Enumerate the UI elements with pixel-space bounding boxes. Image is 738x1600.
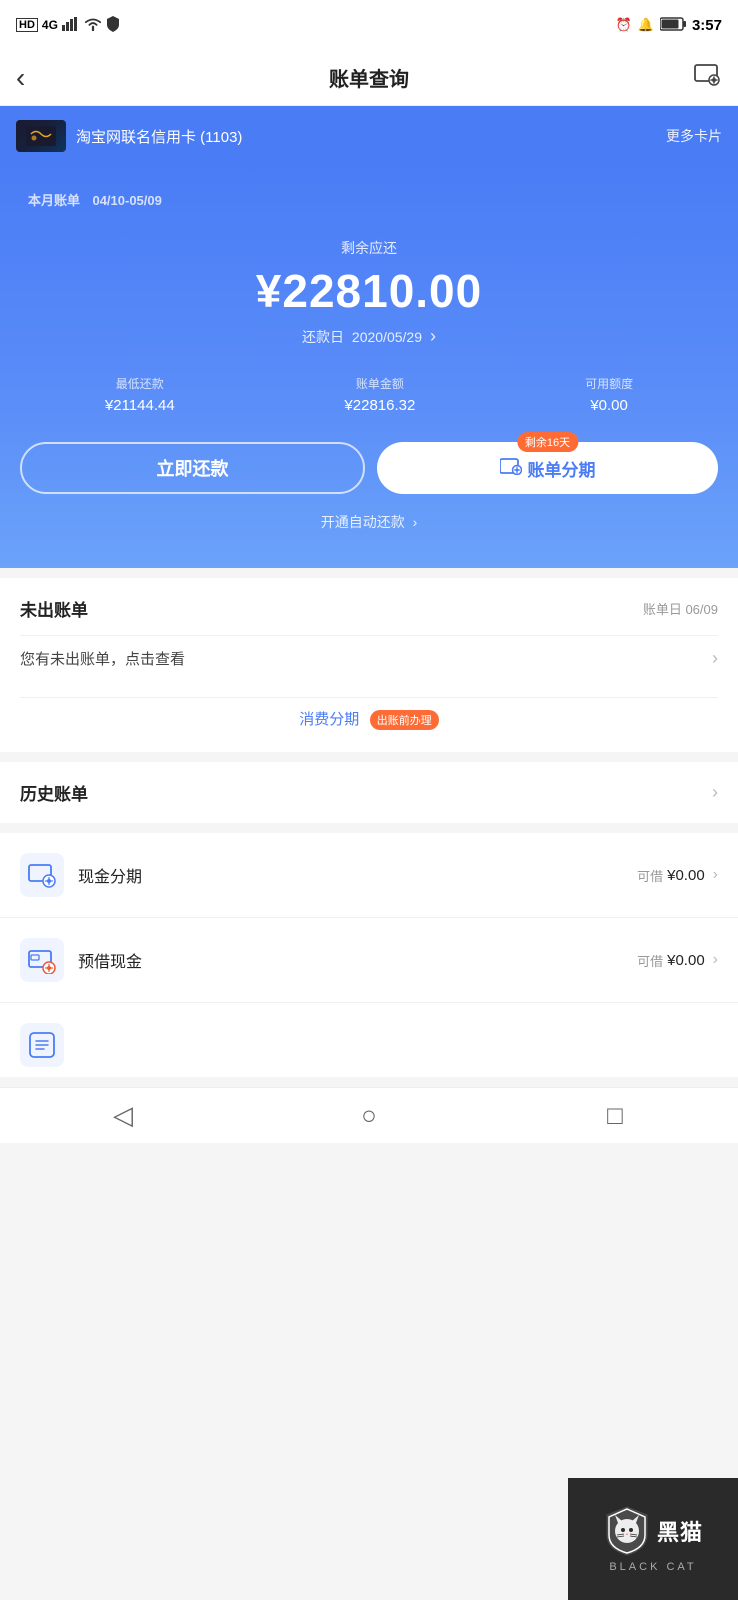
installment-promo-badge: 出账前办理 [370,710,439,730]
signal-bars-icon [62,17,80,34]
stat-credit-value: ¥0.00 [585,397,633,414]
due-date: 还款日 2020/05/29 [302,327,422,347]
cash-installment-icon [20,853,64,897]
nav-recent-button[interactable]: □ [585,1100,645,1131]
service-name-cash-installment: 现金分期 [78,863,142,887]
unpublished-bill-date: 账单日 06/09 [643,599,718,618]
cash-installment-avail-label: 可借 [637,866,663,885]
main-bill-section: 本月账单 04/10-05/09 剩余应还 ¥22810.00 还款日 2020… [0,166,738,568]
service-item-cash-installment[interactable]: 现金分期 可借 ¥0.00 › [0,833,738,918]
black-cat-logo: 黑猫 [603,1505,703,1557]
stat-minimum-label: 最低还款 [105,375,175,392]
service-right-advance: 可借 ¥0.00 › [637,951,718,970]
stat-credit-label: 可用额度 [585,375,633,392]
installment-button-wrap: 剩余16天 账单分期 [377,442,718,494]
top-nav: ‹ 账单查询 [0,50,738,106]
history-chevron-icon: › [712,782,718,803]
installment-promo-link[interactable]: 消费分期 [299,711,359,728]
action-buttons: 立即还款 剩余16天 账单分期 [20,442,718,494]
bill-notice-row[interactable]: 您有未出账单，点击查看 › [20,635,718,681]
notification-icon: 🔔 [638,17,654,33]
black-cat-chinese-text: 黑猫 [657,1515,703,1547]
advance-cash-avail-label: 可借 [637,951,663,970]
due-date-chevron-icon: › [430,326,436,347]
history-bill-section[interactable]: 历史账单 › [0,762,738,823]
advance-cash-icon [20,938,64,982]
hd-badge: HD [16,18,38,32]
card-thumbnail [16,120,66,152]
signal-4g: 4G [42,18,58,32]
installment-promo: 消费分期 出账前办理 [20,697,718,734]
advance-cash-amount: ¥0.00 [667,952,705,969]
shield-icon [106,16,120,35]
pay-now-button[interactable]: 立即还款 [20,442,365,494]
partial-icon [20,1023,64,1067]
alarm-icon: ⏰ [616,17,632,33]
black-cat-watermark: 黑猫 BLACK CAT [568,1478,738,1600]
status-right: ⏰ 🔔 3:57 [616,17,722,34]
installment-badge: 剩余16天 [517,432,578,452]
auto-repay-chevron-icon: › [413,514,418,530]
unpublished-bill-header: 未出账单 账单日 06/09 [20,596,718,621]
card-info: 淘宝网联名信用卡 (1103) [16,120,242,152]
auto-repay-link[interactable]: 开通自动还款 › [20,512,718,532]
unpublished-bill-title: 未出账单 [20,596,88,621]
bill-notice-text: 您有未出账单，点击查看 [20,648,185,669]
bottom-nav: ◁ ○ □ [0,1087,738,1143]
unpublished-bill-section: 未出账单 账单日 06/09 您有未出账单，点击查看 › 消费分期 出账前办理 [0,578,738,752]
card-selector[interactable]: 淘宝网联名信用卡 (1103) 更多卡片 [0,106,738,166]
status-left: HD 4G [16,16,120,35]
card-name: 淘宝网联名信用卡 (1103) [76,126,242,147]
installment-label: 账单分期 [528,456,596,481]
nav-back-button[interactable]: ◁ [93,1100,153,1131]
service-section: 现金分期 可借 ¥0.00 › 预借现金 可借 ¥0.00 › [0,833,738,1077]
advance-cash-chevron-icon: › [713,951,718,969]
time-display: 3:57 [692,17,722,34]
page-title: 账单查询 [329,63,409,92]
history-bill-title: 历史账单 [20,780,88,805]
due-date-row[interactable]: 还款日 2020/05/29 › [20,326,718,347]
settings-button[interactable] [694,63,722,93]
remaining-label: 剩余应还 [20,238,718,258]
wifi-icon [84,17,102,34]
amount-value: 22810.00 [282,265,482,317]
cash-installment-amount: ¥0.00 [667,867,705,884]
service-name-advance-cash: 预借现金 [78,948,142,972]
status-bar: HD 4G ⏰ 🔔 [0,0,738,50]
stat-credit-limit: 可用额度 ¥0.00 [585,375,633,414]
bill-stats: 最低还款 ¥21144.44 账单金额 ¥22816.32 可用额度 ¥0.00 [20,375,718,414]
currency-symbol: ¥ [256,265,283,317]
battery-icon [660,17,686,34]
stat-minimum-value: ¥21144.44 [105,397,175,414]
partial-service-item [0,1003,738,1077]
back-button[interactable]: ‹ [16,62,25,94]
bill-notice-chevron-icon: › [712,648,718,669]
cash-installment-chevron-icon: › [713,866,718,884]
service-left-advance: 预借现金 [20,938,142,982]
stat-bill-amount: 账单金额 ¥22816.32 [344,375,415,414]
stat-minimum-payment: 最低还款 ¥21144.44 [105,375,175,414]
stat-bill-label: 账单金额 [344,375,415,392]
nav-home-button[interactable]: ○ [339,1100,399,1131]
service-left: 现金分期 [20,853,142,897]
service-right: 可借 ¥0.00 › [637,866,718,885]
stat-bill-value: ¥22816.32 [344,397,415,414]
remaining-amount: ¥22810.00 [20,264,718,318]
black-cat-english-text: BLACK CAT [609,1561,696,1573]
more-cards-button[interactable]: 更多卡片 [666,126,722,146]
service-item-advance-cash[interactable]: 预借现金 可借 ¥0.00 › [0,918,738,1003]
bill-period: 本月账单 04/10-05/09 [20,190,718,210]
installment-icon [500,457,522,480]
